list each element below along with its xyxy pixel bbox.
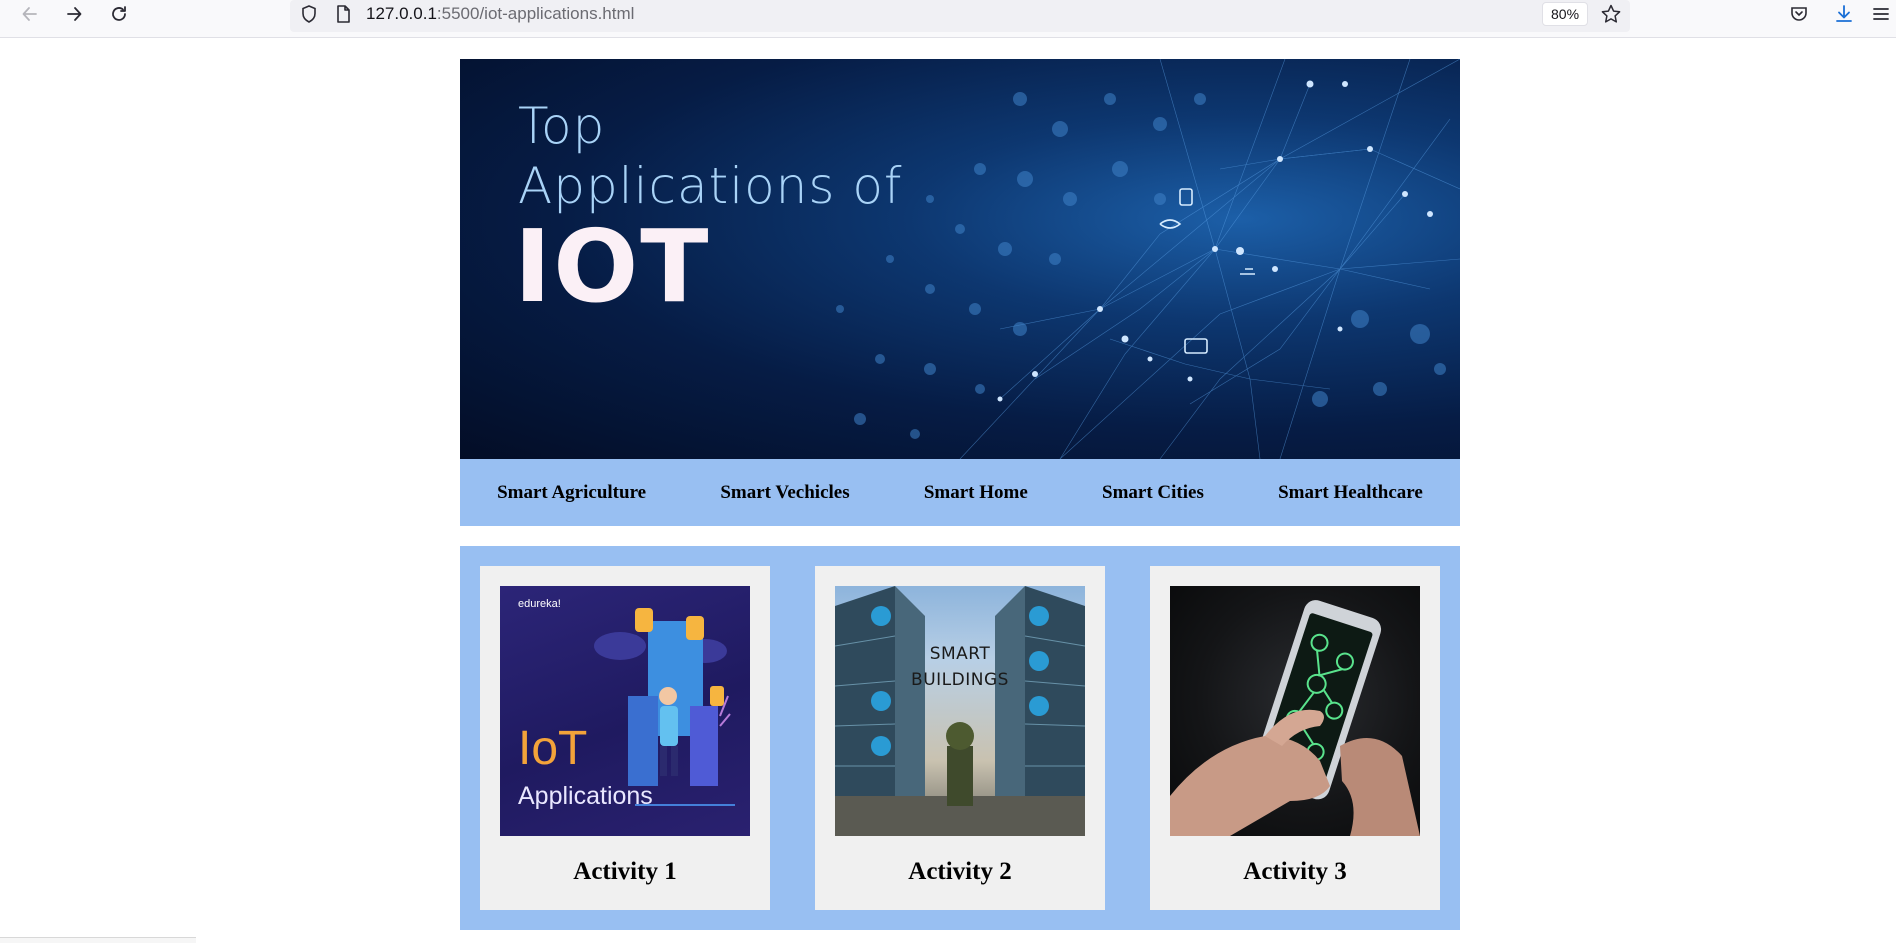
image-caption-line1: SMART — [929, 644, 991, 664]
image-heading: IoT — [518, 722, 588, 775]
smart-buildings-illustration — [835, 586, 1085, 836]
activity-2-image[interactable]: SMART BUILDINGS — [835, 586, 1085, 836]
activity-2-title[interactable]: Activity 2 — [835, 858, 1085, 886]
pocket-icon[interactable] — [1781, 0, 1817, 28]
url-host: 127.0.0.1 — [366, 4, 437, 23]
activity-card-3[interactable]: Activity 3 — [1150, 566, 1440, 910]
page-icon — [337, 5, 350, 23]
activity-1-image[interactable]: edureka! IoT Applications — [500, 586, 750, 836]
nav-smart-agriculture[interactable]: Smart Agriculture — [497, 482, 646, 504]
url-bar[interactable]: 127.0.0.1:5500/iot-applications.html 80% — [290, 0, 1630, 32]
hero-line-applications: Applications of — [518, 157, 903, 215]
nav-smart-healthcare[interactable]: Smart Healthcare — [1278, 482, 1423, 504]
zoom-level-badge[interactable]: 80% — [1542, 2, 1589, 26]
image-subheading: Applications — [518, 782, 653, 810]
star-icon[interactable] — [1600, 3, 1622, 25]
activity-3-title[interactable]: Activity 3 — [1170, 858, 1420, 886]
nav-smart-vehicles[interactable]: Smart Vechicles — [720, 482, 849, 504]
hero-line-iot: IOT — [514, 208, 711, 325]
nav-smart-home[interactable]: Smart Home — [924, 482, 1028, 504]
reload-icon[interactable] — [101, 0, 137, 28]
activity-1-title[interactable]: Activity 1 — [500, 858, 750, 886]
browser-toolbar: 127.0.0.1:5500/iot-applications.html 80% — [0, 0, 1896, 38]
image-caption-line2: BUILDINGS — [911, 670, 1009, 690]
menu-icon[interactable] — [1866, 0, 1896, 28]
url-path: :5500/iot-applications.html — [436, 4, 635, 23]
hero-line-top: Top — [518, 97, 606, 155]
image-brand-text: edureka! — [518, 598, 561, 610]
nav-smart-cities[interactable]: Smart Cities — [1102, 482, 1204, 504]
shield-icon[interactable] — [299, 4, 319, 24]
activities-section: edureka! IoT Applications Activity 1 SMA… — [460, 546, 1460, 930]
smartphone-hand-illustration — [1170, 600, 1420, 836]
activity-3-image[interactable] — [1170, 586, 1420, 836]
hero-banner: Top Applications of IOT — [460, 59, 1460, 459]
activity-card-2[interactable]: SMART BUILDINGS Activity 2 — [815, 566, 1105, 910]
back-arrow-icon[interactable] — [12, 0, 48, 28]
page-container: Top Applications of IOT Smart Agricultur… — [460, 59, 1460, 930]
download-icon[interactable] — [1826, 0, 1862, 28]
forward-arrow-icon[interactable] — [56, 0, 92, 28]
url-text[interactable]: 127.0.0.1:5500/iot-applications.html — [366, 4, 634, 24]
category-navbar: Smart Agriculture Smart Vechicles Smart … — [460, 459, 1460, 526]
activity-card-1[interactable]: edureka! IoT Applications Activity 1 — [480, 566, 770, 910]
status-strip — [0, 937, 196, 943]
